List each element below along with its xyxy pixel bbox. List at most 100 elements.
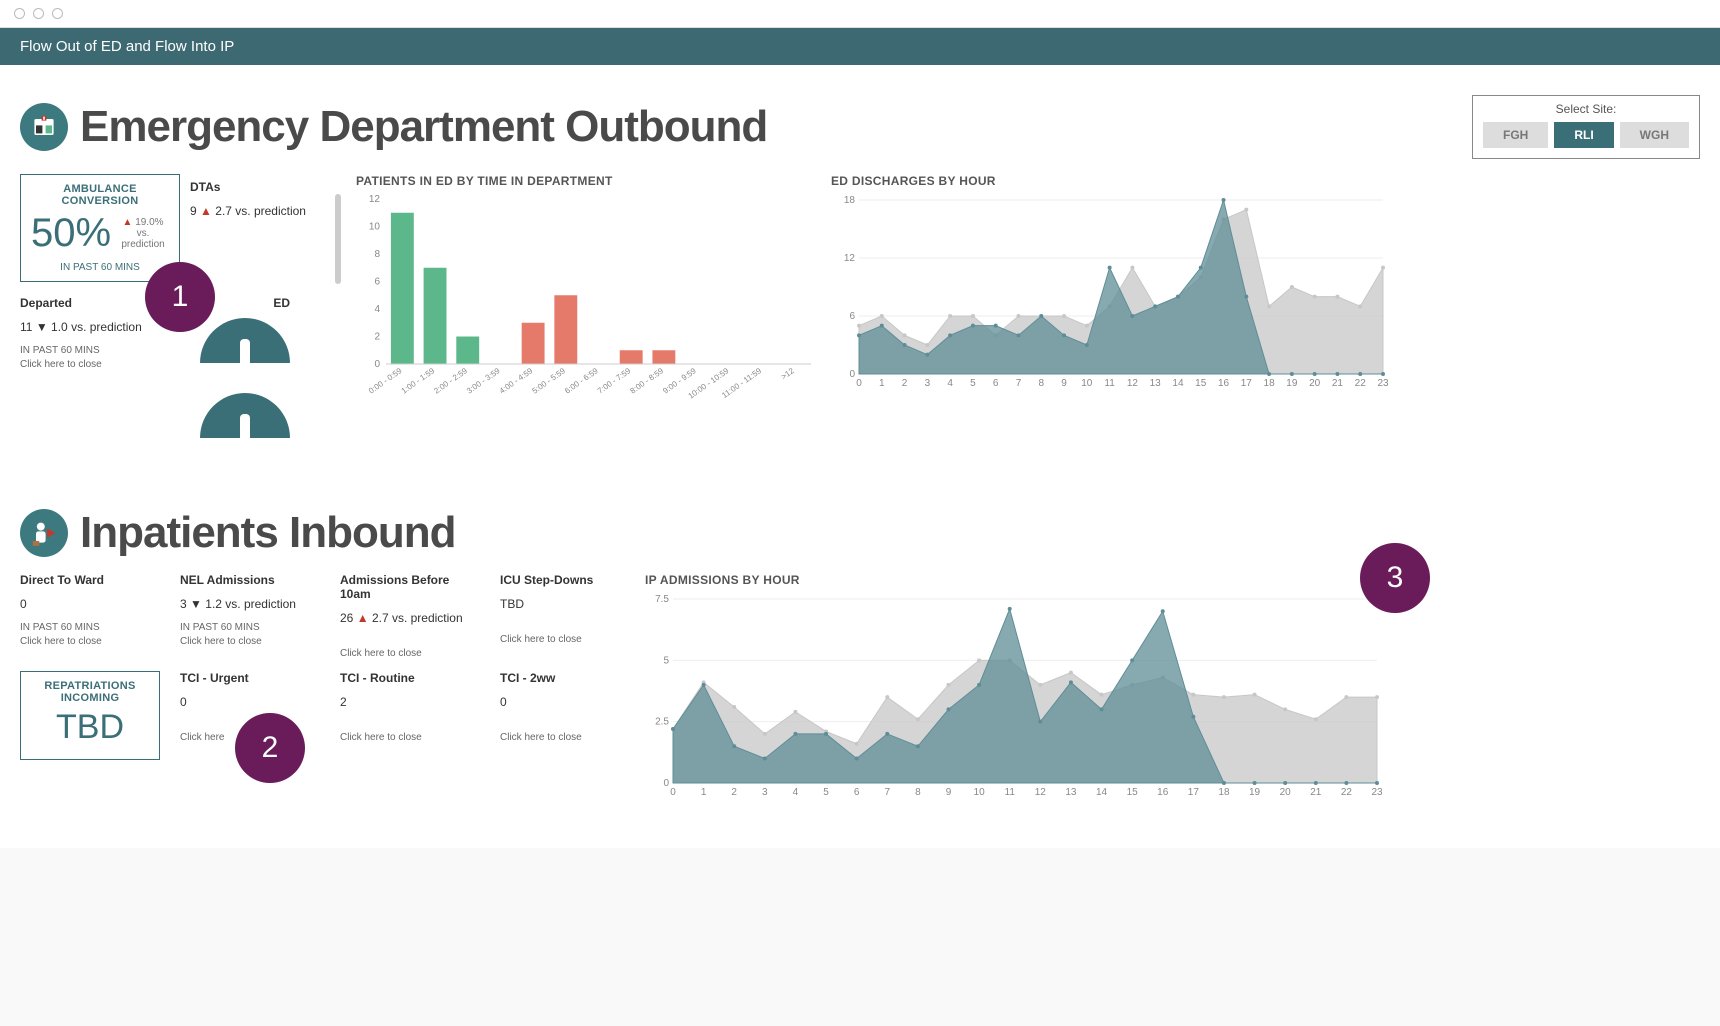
svg-text:1: 1 xyxy=(879,378,885,389)
svg-text:13: 13 xyxy=(1065,787,1077,798)
svg-text:15: 15 xyxy=(1195,378,1207,389)
ambulance-conversion-box[interactable]: AMBULANCE CONVERSION 50% ▲ 19.0% vs. pre… xyxy=(20,174,180,282)
svg-text:10: 10 xyxy=(974,787,986,798)
direct-to-ward-metric[interactable]: Direct To Ward 0 IN PAST 60 MINS Click h… xyxy=(20,573,160,661)
svg-text:18: 18 xyxy=(1264,378,1276,389)
svg-text:6: 6 xyxy=(374,277,380,288)
svg-text:17: 17 xyxy=(1241,378,1253,389)
svg-text:4: 4 xyxy=(374,304,380,315)
svg-text:10: 10 xyxy=(1081,378,1093,389)
triangle-up-icon: ▲ xyxy=(357,611,369,625)
svg-text:8: 8 xyxy=(915,787,921,798)
svg-text:9: 9 xyxy=(1061,378,1067,389)
svg-text:7: 7 xyxy=(884,787,890,798)
svg-text:0: 0 xyxy=(663,778,669,789)
ed-discharges-chart: 0612180123456789101112131415161718192021… xyxy=(831,194,1391,394)
site-btn-fgh[interactable]: FGH xyxy=(1483,122,1548,148)
svg-text:13: 13 xyxy=(1150,378,1162,389)
svg-text:23: 23 xyxy=(1371,787,1383,798)
svg-text:0:00 - 0:59: 0:00 - 0:59 xyxy=(367,366,404,396)
svg-text:2: 2 xyxy=(374,332,380,343)
svg-text:2: 2 xyxy=(902,378,908,389)
svg-text:3:00 - 3:59: 3:00 - 3:59 xyxy=(465,366,502,396)
svg-text:5: 5 xyxy=(970,378,976,389)
svg-text:2:00 - 2:59: 2:00 - 2:59 xyxy=(432,366,469,396)
svg-text:8:00 - 8:59: 8:00 - 8:59 xyxy=(629,366,666,396)
svg-text:14: 14 xyxy=(1172,378,1184,389)
chart-title: ED DISCHARGES BY HOUR xyxy=(831,174,1700,188)
callout-1: 1 xyxy=(145,262,215,332)
stat-value: 50% xyxy=(31,211,111,256)
window-dot xyxy=(33,8,44,19)
ip-icon xyxy=(20,509,68,557)
svg-text:17: 17 xyxy=(1188,787,1200,798)
svg-text:6:00 - 6:59: 6:00 - 6:59 xyxy=(563,366,600,396)
svg-text:2.5: 2.5 xyxy=(655,717,669,728)
svg-text:12: 12 xyxy=(1035,787,1047,798)
site-selector: Select Site: FGHRLI WGH xyxy=(1472,95,1700,159)
svg-text:5: 5 xyxy=(823,787,829,798)
svg-text:23: 23 xyxy=(1377,378,1389,389)
svg-text:11: 11 xyxy=(1005,787,1016,798)
svg-text:8: 8 xyxy=(374,249,380,260)
svg-text:18: 18 xyxy=(844,195,856,206)
svg-text:3: 3 xyxy=(925,378,931,389)
callout-2: 2 xyxy=(235,713,305,783)
triangle-up-icon: ▲ xyxy=(200,204,212,218)
departed-metric[interactable]: Departed 11 ▼ 1.0 vs. prediction IN PAST… xyxy=(20,296,160,438)
dtas-metric[interactable]: DTAs 9 ▲ 2.7 vs. prediction xyxy=(190,180,330,218)
svg-text:4: 4 xyxy=(947,378,953,389)
svg-text:7:00 - 7:59: 7:00 - 7:59 xyxy=(596,366,633,396)
svg-text:16: 16 xyxy=(1218,378,1230,389)
svg-text:7.5: 7.5 xyxy=(655,594,669,605)
site-selector-label: Select Site: xyxy=(1483,102,1689,116)
svg-text:0: 0 xyxy=(670,787,676,798)
svg-text:19: 19 xyxy=(1286,378,1298,389)
stat-title: AMBULANCE CONVERSION xyxy=(31,183,169,207)
window-dot xyxy=(52,8,63,19)
chart-title: PATIENTS IN ED BY TIME IN DEPARTMENT xyxy=(356,174,816,188)
svg-text:3: 3 xyxy=(762,787,768,798)
svg-text:6: 6 xyxy=(993,378,999,389)
ip-section-title: Inpatients Inbound xyxy=(80,508,456,558)
site-btn-wgh[interactable]: WGH xyxy=(1620,122,1689,148)
svg-text:12: 12 xyxy=(844,253,856,264)
svg-text:9: 9 xyxy=(946,787,952,798)
page-title: Flow Out of ED and Flow Into IP xyxy=(20,38,234,55)
site-btn-rli[interactable]: RLI xyxy=(1554,122,1613,148)
gauge-icon xyxy=(200,393,290,438)
triangle-down-icon: ▼ xyxy=(36,320,48,334)
window-dot xyxy=(14,8,25,19)
svg-text:1:00 - 1:59: 1:00 - 1:59 xyxy=(400,366,437,396)
svg-text:12: 12 xyxy=(1127,378,1139,389)
svg-text:11: 11 xyxy=(1104,378,1115,389)
ed-icon xyxy=(20,103,68,151)
svg-text:>12: >12 xyxy=(780,366,797,381)
browser-chrome xyxy=(0,0,1720,28)
chart-title: IP ADMISSIONS BY HOUR xyxy=(645,573,1700,587)
divider xyxy=(335,194,341,284)
tci-routine-metric[interactable]: TCI - Routine 2 Click here to close xyxy=(340,671,480,760)
svg-text:22: 22 xyxy=(1355,378,1367,389)
repatriations-box[interactable]: REPATRIATIONS INCOMING TBD xyxy=(20,671,160,760)
svg-text:15: 15 xyxy=(1127,787,1139,798)
svg-text:1: 1 xyxy=(701,787,707,798)
svg-text:20: 20 xyxy=(1309,378,1321,389)
nel-admissions-metric[interactable]: NEL Admissions 3 ▼ 1.2 vs. prediction IN… xyxy=(180,573,320,661)
svg-text:7: 7 xyxy=(1016,378,1022,389)
svg-text:5:00 - 5:59: 5:00 - 5:59 xyxy=(530,366,567,396)
svg-text:14: 14 xyxy=(1096,787,1108,798)
svg-text:8: 8 xyxy=(1038,378,1044,389)
svg-text:21: 21 xyxy=(1332,378,1344,389)
admissions-before-10am-metric[interactable]: Admissions Before 10am 26 ▲ 2.7 vs. pred… xyxy=(340,573,480,661)
tci-2ww-metric[interactable]: TCI - 2ww 0 Click here to close xyxy=(500,671,640,760)
ed-gauge-area: ED xyxy=(200,296,290,438)
ed-section-title: Emergency Department Outbound xyxy=(80,102,767,152)
svg-text:5: 5 xyxy=(663,655,669,666)
svg-text:0: 0 xyxy=(849,369,855,380)
icu-stepdowns-metric[interactable]: ICU Step-Downs TBD Click here to close xyxy=(500,573,640,661)
ip-admissions-chart: 02.557.501234567891011121314151617181920… xyxy=(645,593,1385,803)
triangle-up-icon: ▲ xyxy=(123,217,133,228)
gauge-icon xyxy=(200,318,290,363)
svg-text:18: 18 xyxy=(1218,787,1230,798)
